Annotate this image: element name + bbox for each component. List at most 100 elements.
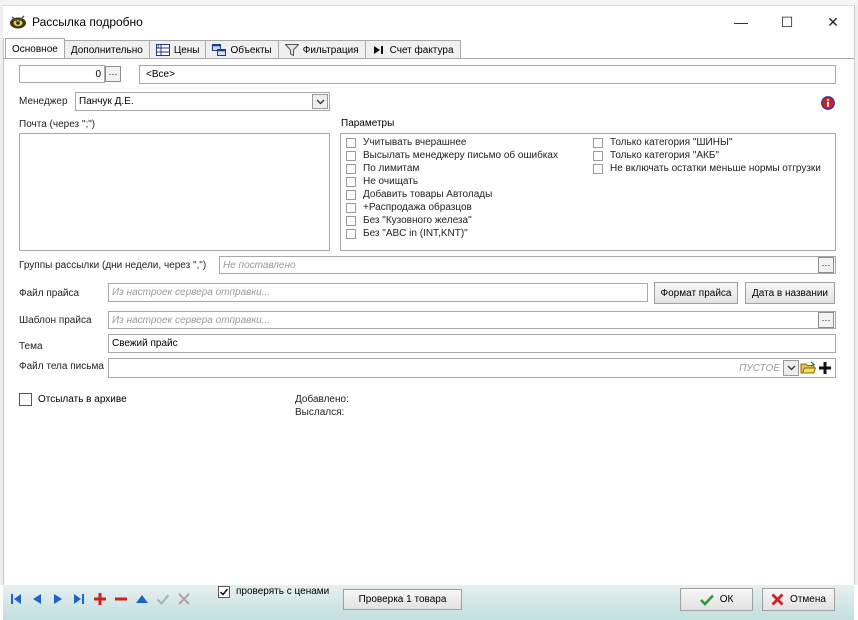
param-label: Только категория "ШИНЫ" bbox=[610, 137, 733, 148]
ok-button[interactable]: ОК bbox=[680, 588, 753, 611]
param-label: Высылать менеджеру письмо об ошибках bbox=[363, 150, 558, 161]
checkbox[interactable] bbox=[346, 189, 356, 200]
param-no-low-stock[interactable]: Не включать остатки меньше нормы отгрузк… bbox=[593, 162, 821, 175]
price-file-field[interactable]: Из настроек сервера отправки... bbox=[108, 283, 648, 302]
chevron-down-icon[interactable] bbox=[312, 94, 328, 109]
checkbox[interactable] bbox=[346, 163, 356, 174]
check-prices-checkbox[interactable] bbox=[218, 586, 230, 598]
checkbox[interactable] bbox=[346, 137, 356, 148]
param-akb-only[interactable]: Только категория "АКБ" bbox=[593, 149, 821, 162]
groups-dots-button[interactable]: ··· bbox=[818, 257, 834, 273]
tab-filter[interactable]: Фильтрация bbox=[277, 40, 366, 59]
param-samples-sale[interactable]: +Распродажа образцов bbox=[346, 201, 558, 214]
archive-checkbox[interactable] bbox=[19, 393, 32, 406]
info-icon[interactable] bbox=[821, 96, 835, 110]
param-label: Добавить товары Автолады bbox=[363, 189, 493, 200]
params-label: Параметры bbox=[341, 118, 395, 129]
archive-option[interactable]: Отсылать в архиве bbox=[19, 393, 127, 406]
param-yesterday[interactable]: Учитывать вчерашнее bbox=[346, 136, 558, 149]
param-label: Без "Кузовного железа" bbox=[363, 215, 472, 226]
open-folder-icon[interactable] bbox=[800, 360, 817, 376]
background-window-right bbox=[854, 5, 858, 585]
subject-label: Тема bbox=[19, 341, 43, 352]
mail-label: Почта (через ";") bbox=[19, 119, 96, 130]
check-prices-option[interactable]: проверять с ценами bbox=[218, 586, 329, 598]
post-record-icon[interactable] bbox=[155, 590, 171, 607]
price-file-placeholder: Из настроек сервера отправки... bbox=[112, 287, 270, 298]
price-table-icon: $ bbox=[155, 44, 170, 56]
body-file-field[interactable]: ПУСТОЕ bbox=[108, 358, 836, 378]
next-record-icon[interactable] bbox=[50, 590, 66, 607]
number-dots-button[interactable]: ··· bbox=[105, 66, 121, 82]
price-template-dots-button[interactable]: ··· bbox=[818, 312, 834, 328]
param-limits[interactable]: По лимитам bbox=[346, 162, 558, 175]
tab-invoice[interactable]: Счет фактура bbox=[364, 40, 461, 59]
checkbox[interactable] bbox=[346, 215, 356, 226]
chevron-down-icon[interactable] bbox=[783, 360, 799, 376]
manager-label: Менеджер bbox=[19, 96, 68, 107]
checkmark-icon bbox=[699, 594, 714, 606]
checkbox[interactable] bbox=[593, 163, 603, 174]
cross-icon bbox=[771, 593, 784, 606]
checkbox[interactable] bbox=[346, 150, 356, 161]
background-window-left bbox=[0, 5, 4, 585]
prev-record-icon[interactable] bbox=[29, 590, 45, 607]
param-no-body-iron[interactable]: Без "Кузовного железа" bbox=[346, 214, 558, 227]
tab-bar: Основное Дополнительно $ Цены Объекты Фи… bbox=[5, 38, 461, 59]
app-logo-icon bbox=[9, 13, 27, 31]
params-right-column: Только категория "ШИНЫ" Только категория… bbox=[593, 136, 821, 175]
param-no-clear[interactable]: Не очищать bbox=[346, 175, 558, 188]
tab-label: Цены bbox=[173, 44, 200, 56]
close-button[interactable]: ✕ bbox=[810, 8, 856, 36]
param-label: Без "ABC in (INT,KNT)" bbox=[363, 228, 468, 239]
edit-record-icon[interactable] bbox=[134, 590, 150, 607]
param-error-mail[interactable]: Высылать менеджеру письмо об ошибках bbox=[346, 149, 558, 162]
all-selector-field[interactable]: <Все> bbox=[139, 65, 836, 84]
checkbox[interactable] bbox=[346, 176, 356, 187]
checkbox[interactable] bbox=[346, 202, 356, 213]
price-template-placeholder: Из настроек сервера отправки... bbox=[112, 315, 270, 326]
groups-field[interactable]: Не поставлено ··· bbox=[219, 256, 836, 274]
price-format-button[interactable]: Формат прайса bbox=[654, 282, 738, 304]
param-no-abc[interactable]: Без "ABC in (INT,KNT)" bbox=[346, 227, 558, 240]
price-template-field[interactable]: Из настроек сервера отправки... ··· bbox=[108, 311, 836, 329]
cancel-button[interactable]: Отмена bbox=[762, 588, 835, 611]
tab-additional[interactable]: Дополнительно bbox=[63, 40, 150, 59]
delete-record-icon[interactable] bbox=[113, 590, 129, 607]
subject-value: Свежий прайс bbox=[112, 338, 178, 349]
arrow-bar-icon bbox=[372, 44, 386, 56]
number-value: 0 bbox=[95, 69, 101, 80]
maximize-button[interactable]: ☐ bbox=[764, 8, 810, 36]
date-in-name-button[interactable]: Дата в названии bbox=[745, 282, 835, 304]
tab-prices[interactable]: $ Цены bbox=[148, 40, 207, 59]
number-field[interactable]: 0 bbox=[19, 65, 105, 83]
param-label: Учитывать вчерашнее bbox=[363, 137, 467, 148]
added-label: Добавлено: bbox=[295, 394, 349, 405]
add-record-icon[interactable] bbox=[92, 590, 108, 607]
mail-textarea[interactable] bbox=[19, 133, 330, 251]
body-file-label: Файл тела письма bbox=[19, 361, 104, 372]
tab-label: Дополнительно bbox=[70, 44, 143, 56]
first-record-icon[interactable] bbox=[8, 590, 24, 607]
add-icon[interactable] bbox=[818, 361, 832, 375]
check-one-item-button[interactable]: Проверка 1 товара bbox=[343, 589, 462, 610]
param-label: Не очищать bbox=[363, 176, 419, 187]
groups-label: Группы рассылки (дни недели, через ",") bbox=[19, 260, 207, 271]
param-avtolada[interactable]: Добавить товары Автолады bbox=[346, 188, 558, 201]
checkbox[interactable] bbox=[593, 150, 603, 161]
manager-select[interactable]: Панчук Д.Е. bbox=[75, 92, 330, 111]
tab-divider bbox=[3, 58, 854, 59]
tab-objects[interactable]: Объекты bbox=[205, 40, 279, 59]
subject-field[interactable]: Свежий прайс bbox=[108, 334, 836, 353]
param-label: Только категория "АКБ" bbox=[610, 150, 719, 161]
price-file-label: Файл прайса bbox=[19, 288, 80, 299]
tab-main[interactable]: Основное bbox=[5, 38, 65, 59]
param-tires-only[interactable]: Только категория "ШИНЫ" bbox=[593, 136, 821, 149]
last-record-icon[interactable] bbox=[71, 590, 87, 607]
checkbox[interactable] bbox=[593, 137, 603, 148]
param-label: По лимитам bbox=[363, 163, 420, 174]
minimize-button[interactable]: — bbox=[718, 8, 764, 36]
cancel-record-icon[interactable] bbox=[176, 590, 192, 607]
checkbox[interactable] bbox=[346, 228, 356, 239]
params-panel: Учитывать вчерашнее Высылать менеджеру п… bbox=[340, 133, 836, 251]
